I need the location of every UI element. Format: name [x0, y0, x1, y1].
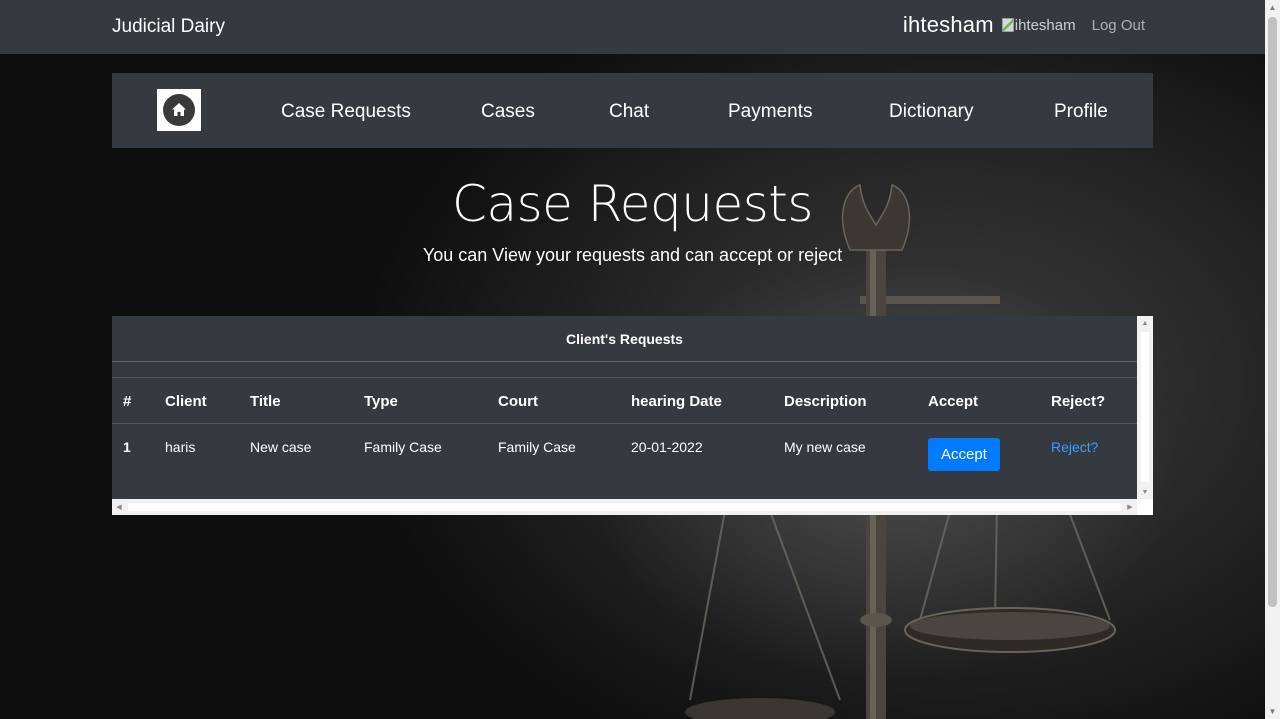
home-button[interactable] [157, 89, 201, 131]
header-court: Court [498, 392, 538, 410]
brand-name[interactable]: Judicial Dairy [112, 16, 225, 38]
row-index: 1 [123, 439, 131, 455]
page-scrollbar-thumb[interactable] [1268, 17, 1277, 607]
table-horizontal-thumb[interactable] [128, 503, 1121, 511]
table-vertical-thumb[interactable] [1141, 332, 1149, 482]
header-description: Description [784, 392, 867, 410]
row-client: haris [165, 439, 196, 455]
reject-link[interactable]: Reject? [1051, 439, 1098, 455]
row-title: New case [250, 439, 312, 455]
main-navbar: Case Requests Cases Chat Payments Dictio… [112, 73, 1153, 148]
header-reject: Reject? [1051, 392, 1106, 410]
page-scrollbar[interactable]: ▲ ▼ [1265, 0, 1280, 719]
requests-table-container: Client's Requests # Client Title Type Co… [112, 316, 1153, 515]
user-name: ihtesham [902, 12, 994, 37]
nav-item-case-requests[interactable]: Case Requests [281, 101, 411, 123]
table-scroll-down-icon[interactable]: ▼ [1137, 485, 1153, 499]
header-client: Client [165, 392, 207, 410]
header-accept: Accept [928, 392, 979, 410]
requests-table: Client's Requests # Client Title Type Co… [112, 316, 1137, 499]
page-subtitle: You can View your requests and can accep… [422, 245, 843, 265]
table-vertical-scrollbar[interactable]: ▲ ▼ [1137, 316, 1153, 499]
table-scroll-left-icon[interactable]: ◀ [112, 499, 126, 515]
nav-item-cases[interactable]: Cases [481, 101, 535, 123]
accept-button[interactable]: Accept [928, 438, 1000, 471]
nav-item-payments[interactable]: Payments [728, 101, 812, 123]
row-description: My new case [784, 439, 866, 455]
top-bar: Judicial Dairy ihtesham ihtesham Log Out [0, 0, 1265, 54]
header-title: Title [250, 392, 281, 410]
broken-image-icon [1001, 18, 1014, 32]
table-caption: Client's Requests [112, 316, 1137, 362]
row-reject-cell: Reject? [1051, 424, 1098, 470]
avatar: ihtesham [1001, 16, 1076, 34]
scroll-down-icon[interactable]: ▼ [1265, 704, 1280, 719]
header-type: Type [364, 392, 398, 410]
table-scroll-right-icon[interactable]: ▶ [1123, 499, 1137, 515]
avatar-alt-text: ihtesham [1014, 16, 1076, 34]
user-area: ihtesham ihtesham Log Out [903, 12, 1145, 38]
scroll-up-icon[interactable]: ▲ [1265, 0, 1280, 15]
page-title: Case Requests [452, 175, 813, 233]
nav-item-profile[interactable]: Profile [1054, 101, 1108, 123]
row-court: Family Case [498, 439, 576, 455]
nav-item-chat[interactable]: Chat [609, 101, 649, 123]
table-spacer [112, 362, 1137, 378]
table-header-row: # Client Title Type Court hearing Date D… [112, 378, 1137, 424]
logout-link[interactable]: Log Out [1092, 17, 1145, 34]
table-scroll-up-icon[interactable]: ▲ [1137, 316, 1153, 330]
nav-item-dictionary[interactable]: Dictionary [889, 101, 973, 123]
header-index: # [123, 392, 132, 410]
row-hearing-date: 20-01-2022 [631, 439, 703, 455]
table-horizontal-scrollbar[interactable]: ◀ ▶ [112, 499, 1137, 515]
home-icon [172, 103, 186, 116]
row-type: Family Case [364, 439, 442, 455]
table-row: 1 haris New case Family Case Family Case… [112, 424, 1137, 484]
header-hearing-date: hearing Date [631, 392, 722, 410]
row-accept-cell: Accept [928, 424, 1000, 471]
